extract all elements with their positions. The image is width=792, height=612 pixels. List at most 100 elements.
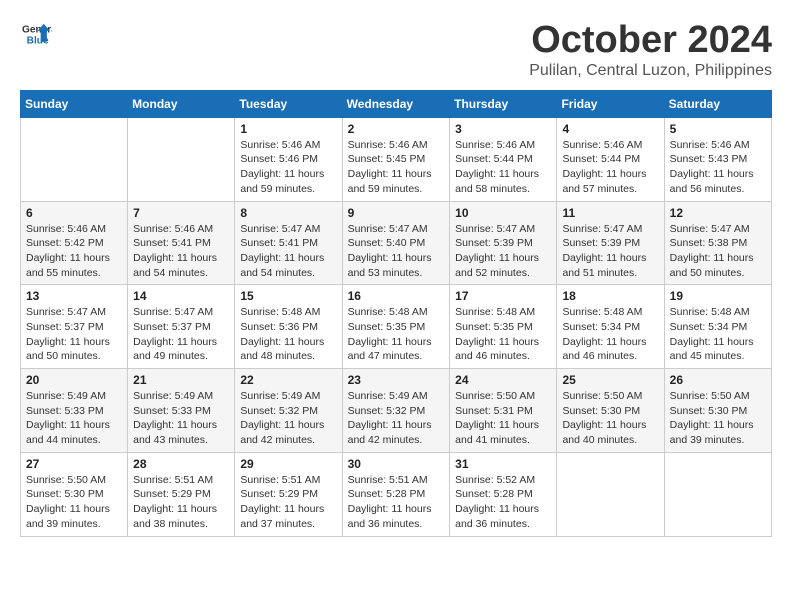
calendar-week-1: 1Sunrise: 5:46 AM Sunset: 5:46 PM Daylig… [21, 117, 772, 201]
weekday-header-row: SundayMondayTuesdayWednesdayThursdayFrid… [21, 90, 772, 117]
calendar-cell: 19 Sunrise: 5:48 AM Sunset: 5:34 PM Dayli… [664, 285, 771, 369]
day-number: 23 [348, 373, 445, 387]
logo-icon: General Blue [20, 20, 52, 48]
weekday-header-friday: Friday [557, 90, 664, 117]
calendar-cell [664, 452, 771, 536]
calendar-cell: 11 Sunrise: 5:47 AM Sunset: 5:39 PM Dayli… [557, 201, 664, 285]
day-number: 18 [562, 289, 658, 303]
day-number: 3 [455, 122, 551, 136]
calendar-cell: 5 Sunrise: 5:46 AM Sunset: 5:43 PM Daylig… [664, 117, 771, 201]
day-info: Sunrise: 5:48 AM Sunset: 5:35 PM Dayligh… [455, 305, 551, 364]
day-info: Sunrise: 5:47 AM Sunset: 5:37 PM Dayligh… [26, 305, 122, 364]
day-number: 6 [26, 206, 122, 220]
day-number: 21 [133, 373, 229, 387]
calendar-cell: 21 Sunrise: 5:49 AM Sunset: 5:33 PM Dayli… [128, 369, 235, 453]
day-info: Sunrise: 5:47 AM Sunset: 5:37 PM Dayligh… [133, 305, 229, 364]
day-info: Sunrise: 5:47 AM Sunset: 5:39 PM Dayligh… [562, 222, 658, 281]
day-info: Sunrise: 5:50 AM Sunset: 5:30 PM Dayligh… [670, 389, 766, 448]
calendar-cell: 15Sunrise: 5:48 AM Sunset: 5:36 PM Dayli… [235, 285, 342, 369]
day-info: Sunrise: 5:48 AM Sunset: 5:34 PM Dayligh… [670, 305, 766, 364]
day-info: Sunrise: 5:50 AM Sunset: 5:30 PM Dayligh… [562, 389, 658, 448]
day-number: 17 [455, 289, 551, 303]
day-number: 22 [240, 373, 336, 387]
day-info: Sunrise: 5:51 AM Sunset: 5:29 PM Dayligh… [133, 473, 229, 532]
calendar-cell: 30 Sunrise: 5:51 AM Sunset: 5:28 PM Dayli… [342, 452, 450, 536]
calendar-cell [557, 452, 664, 536]
calendar-cell: 14Sunrise: 5:47 AM Sunset: 5:37 PM Dayli… [128, 285, 235, 369]
calendar-cell: 20 Sunrise: 5:49 AM Sunset: 5:33 PM Dayli… [21, 369, 128, 453]
calendar-cell: 29 Sunrise: 5:51 AM Sunset: 5:29 PM Dayli… [235, 452, 342, 536]
title-area: October 2024 Pulilan, Central Luzon, Phi… [529, 20, 772, 80]
day-number: 16 [348, 289, 445, 303]
day-info: Sunrise: 5:46 AM Sunset: 5:42 PM Dayligh… [26, 222, 122, 281]
day-number: 28 [133, 457, 229, 471]
calendar-cell: 9 Sunrise: 5:47 AM Sunset: 5:40 PM Daylig… [342, 201, 450, 285]
month-title: October 2024 [529, 20, 772, 62]
calendar-cell: 17 Sunrise: 5:48 AM Sunset: 5:35 PM Dayli… [450, 285, 557, 369]
day-number: 20 [26, 373, 122, 387]
calendar-week-2: 6 Sunrise: 5:46 AM Sunset: 5:42 PM Daylig… [21, 201, 772, 285]
day-info: Sunrise: 5:46 AM Sunset: 5:44 PM Dayligh… [455, 138, 551, 197]
day-info: Sunrise: 5:46 AM Sunset: 5:41 PM Dayligh… [133, 222, 229, 281]
day-number: 11 [562, 206, 658, 220]
calendar-cell: 10Sunrise: 5:47 AM Sunset: 5:39 PM Dayli… [450, 201, 557, 285]
day-number: 9 [348, 206, 445, 220]
day-number: 19 [670, 289, 766, 303]
day-info: Sunrise: 5:51 AM Sunset: 5:28 PM Dayligh… [348, 473, 445, 532]
calendar-week-3: 13 Sunrise: 5:47 AM Sunset: 5:37 PM Dayli… [21, 285, 772, 369]
day-number: 5 [670, 122, 766, 136]
day-info: Sunrise: 5:52 AM Sunset: 5:28 PM Dayligh… [455, 473, 551, 532]
calendar-cell: 8 Sunrise: 5:47 AM Sunset: 5:41 PM Daylig… [235, 201, 342, 285]
day-number: 12 [670, 206, 766, 220]
day-number: 7 [133, 206, 229, 220]
weekday-header-tuesday: Tuesday [235, 90, 342, 117]
day-info: Sunrise: 5:49 AM Sunset: 5:33 PM Dayligh… [133, 389, 229, 448]
day-info: Sunrise: 5:46 AM Sunset: 5:44 PM Dayligh… [562, 138, 658, 197]
calendar-cell: 6 Sunrise: 5:46 AM Sunset: 5:42 PM Daylig… [21, 201, 128, 285]
logo: General Blue [20, 20, 52, 48]
day-number: 25 [562, 373, 658, 387]
calendar-cell: 1Sunrise: 5:46 AM Sunset: 5:46 PM Daylig… [235, 117, 342, 201]
day-number: 8 [240, 206, 336, 220]
day-number: 2 [348, 122, 445, 136]
day-info: Sunrise: 5:46 AM Sunset: 5:46 PM Dayligh… [240, 138, 336, 197]
day-info: Sunrise: 5:46 AM Sunset: 5:45 PM Dayligh… [348, 138, 445, 197]
calendar-cell: 25 Sunrise: 5:50 AM Sunset: 5:30 PM Dayli… [557, 369, 664, 453]
day-info: Sunrise: 5:48 AM Sunset: 5:35 PM Dayligh… [348, 305, 445, 364]
calendar-cell: 27Sunrise: 5:50 AM Sunset: 5:30 PM Dayli… [21, 452, 128, 536]
location: Pulilan, Central Luzon, Philippines [529, 62, 772, 80]
day-info: Sunrise: 5:46 AM Sunset: 5:43 PM Dayligh… [670, 138, 766, 197]
calendar-cell [21, 117, 128, 201]
calendar-cell: 3 Sunrise: 5:46 AM Sunset: 5:44 PM Daylig… [450, 117, 557, 201]
weekday-header-saturday: Saturday [664, 90, 771, 117]
day-info: Sunrise: 5:49 AM Sunset: 5:32 PM Dayligh… [240, 389, 336, 448]
calendar-week-4: 20 Sunrise: 5:49 AM Sunset: 5:33 PM Dayli… [21, 369, 772, 453]
day-info: Sunrise: 5:47 AM Sunset: 5:39 PM Dayligh… [455, 222, 551, 281]
day-number: 4 [562, 122, 658, 136]
day-info: Sunrise: 5:47 AM Sunset: 5:38 PM Dayligh… [670, 222, 766, 281]
day-info: Sunrise: 5:47 AM Sunset: 5:41 PM Dayligh… [240, 222, 336, 281]
day-number: 26 [670, 373, 766, 387]
weekday-header-thursday: Thursday [450, 90, 557, 117]
day-number: 29 [240, 457, 336, 471]
calendar-cell: 31 Sunrise: 5:52 AM Sunset: 5:28 PM Dayli… [450, 452, 557, 536]
day-info: Sunrise: 5:50 AM Sunset: 5:31 PM Dayligh… [455, 389, 551, 448]
calendar-cell: 24Sunrise: 5:50 AM Sunset: 5:31 PM Dayli… [450, 369, 557, 453]
day-number: 27 [26, 457, 122, 471]
calendar-cell: 18Sunrise: 5:48 AM Sunset: 5:34 PM Dayli… [557, 285, 664, 369]
day-info: Sunrise: 5:47 AM Sunset: 5:40 PM Dayligh… [348, 222, 445, 281]
calendar-cell: 12 Sunrise: 5:47 AM Sunset: 5:38 PM Dayli… [664, 201, 771, 285]
day-info: Sunrise: 5:51 AM Sunset: 5:29 PM Dayligh… [240, 473, 336, 532]
calendar-table: SundayMondayTuesdayWednesdayThursdayFrid… [20, 90, 772, 537]
calendar-cell: 4 Sunrise: 5:46 AM Sunset: 5:44 PM Daylig… [557, 117, 664, 201]
calendar-cell: 2 Sunrise: 5:46 AM Sunset: 5:45 PM Daylig… [342, 117, 450, 201]
page-header: General Blue October 2024 Pulilan, Centr… [20, 20, 772, 80]
calendar-week-5: 27Sunrise: 5:50 AM Sunset: 5:30 PM Dayli… [21, 452, 772, 536]
day-number: 30 [348, 457, 445, 471]
day-number: 31 [455, 457, 551, 471]
calendar-cell: 28 Sunrise: 5:51 AM Sunset: 5:29 PM Dayli… [128, 452, 235, 536]
calendar-cell: 7 Sunrise: 5:46 AM Sunset: 5:41 PM Daylig… [128, 201, 235, 285]
day-number: 13 [26, 289, 122, 303]
weekday-header-monday: Monday [128, 90, 235, 117]
day-info: Sunrise: 5:49 AM Sunset: 5:33 PM Dayligh… [26, 389, 122, 448]
